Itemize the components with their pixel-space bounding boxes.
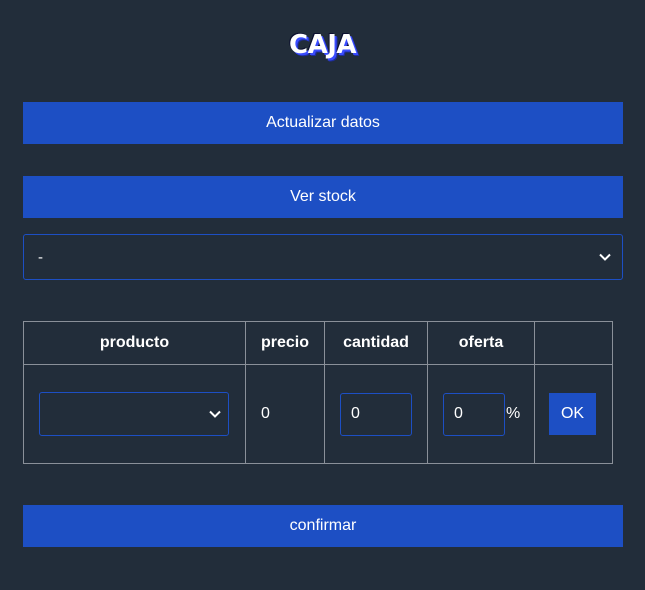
price-value: 0 [261, 405, 270, 422]
table-row: 0 0 0 % OK [23, 364, 613, 464]
confirm-button[interactable]: confirmar [23, 505, 623, 547]
update-data-button[interactable]: Actualizar datos [23, 102, 623, 144]
price-cell: 0 [245, 364, 325, 464]
chevron-down-icon [208, 407, 222, 421]
main-select-value: - [38, 248, 43, 266]
cash-register-page: CAJA Actualizar datos Ver stock - produc… [0, 0, 645, 590]
offer-input[interactable]: 0 [443, 392, 505, 436]
main-select[interactable]: - [23, 234, 623, 280]
page-title: CAJA [289, 30, 357, 60]
action-cell: OK [534, 364, 613, 464]
offer-field-group: 0 % [443, 392, 534, 436]
percent-label: % [506, 405, 521, 422]
cart-table: producto precio cantidad oferta 0 0 0 % … [23, 321, 613, 464]
offer-cell: 0 % [427, 364, 535, 464]
column-header-quantity: cantidad [324, 321, 428, 365]
chevron-down-icon [598, 250, 612, 264]
quantity-cell: 0 [324, 364, 428, 464]
table-header-row: producto precio cantidad oferta [23, 321, 613, 365]
quantity-input[interactable]: 0 [340, 392, 412, 436]
column-header-offer: oferta [427, 321, 535, 365]
column-header-product: producto [23, 321, 246, 365]
column-header-action [534, 321, 613, 365]
column-header-price: precio [245, 321, 325, 365]
product-select[interactable] [39, 392, 229, 436]
product-cell [23, 364, 246, 464]
view-stock-button[interactable]: Ver stock [23, 176, 623, 218]
ok-button[interactable]: OK [549, 393, 596, 435]
